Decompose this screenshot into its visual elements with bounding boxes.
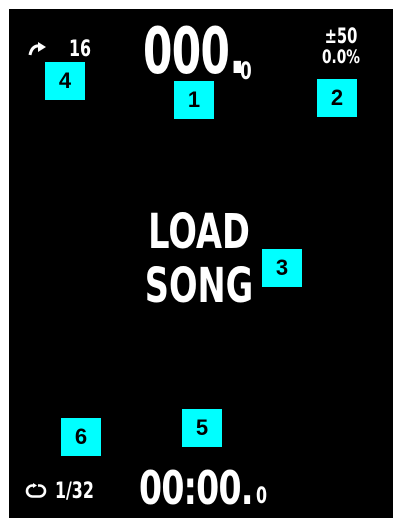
time-value: 00:00. <box>139 461 253 515</box>
callout-6: 6 <box>61 418 101 456</box>
redo-arrow-icon <box>27 42 49 56</box>
key-shift-value: 16 <box>69 36 92 62</box>
bpm-value: 000. <box>143 15 245 89</box>
loop-value: 1/32 <box>55 478 94 504</box>
load-song-line-2: SONG <box>144 258 254 314</box>
time-display[interactable]: 00:00. 0 <box>139 461 297 515</box>
callout-2: 2 <box>317 79 357 117</box>
pitch-display[interactable]: ±50 0.0% <box>309 25 373 67</box>
loop-icon <box>25 483 47 499</box>
pitch-percent: 0.0% <box>322 46 360 68</box>
callout-4: 4 <box>45 62 85 100</box>
pitch-range: ±50 <box>324 24 358 48</box>
key-shift-indicator[interactable]: 16 <box>27 35 100 63</box>
callout-1: 1 <box>174 81 214 119</box>
callout-3: 3 <box>262 249 302 287</box>
callout-5: 5 <box>182 409 222 447</box>
bpm-display[interactable]: 000. 0 <box>143 15 297 89</box>
loop-length-indicator[interactable]: 1/32 <box>25 477 109 505</box>
bpm-fraction: 0 <box>240 57 252 85</box>
time-fraction: 0 <box>256 484 268 509</box>
load-song-line-1: LOAD <box>148 204 250 260</box>
